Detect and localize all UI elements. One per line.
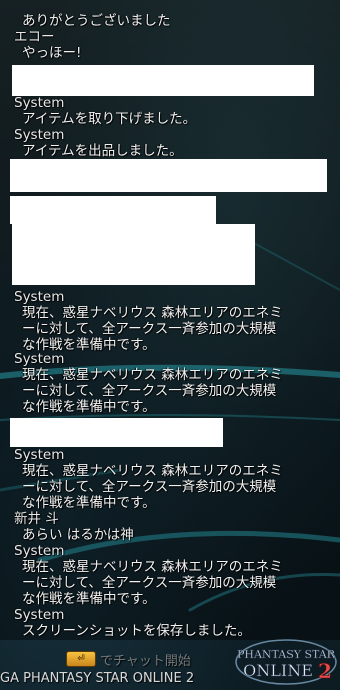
chat-message: ーに対して、全アークス一斉参加の大規模: [22, 383, 277, 399]
copyright-text: GA PHANTASY STAR ONLINE 2: [0, 671, 195, 686]
chat-message: な作戦を準備中です。: [22, 591, 156, 607]
chat-message: アイテムを出品しました。: [22, 143, 183, 159]
chat-message: ありがとうございました: [22, 13, 171, 29]
chat-sender: 新井 斗: [14, 511, 59, 527]
chat-sender: System: [14, 95, 65, 111]
redaction-block: [10, 196, 216, 224]
chat-sender: System: [14, 127, 65, 143]
chat-message: ーに対して、全アークス一斉参加の大規模: [22, 575, 277, 591]
redaction-block: [10, 418, 223, 447]
redaction-block: [12, 65, 314, 96]
logo-line2: ONLINE: [243, 661, 313, 680]
chat-message: ーに対して、全アークス一斉参加の大規模: [22, 321, 277, 337]
chat-sender: エコー: [14, 29, 55, 45]
chat-message: ーに対して、全アークス一斉参加の大規模: [22, 479, 277, 495]
chat-message: 現在、惑星ナベリウス 森林エリアのエネミ: [22, 305, 283, 321]
redaction-block: [10, 159, 327, 192]
chat-sender: System: [14, 447, 65, 463]
redaction-block: [12, 224, 255, 285]
chat-message: 現在、惑星ナベリウス 森林エリアのエネミ: [22, 559, 283, 575]
chat-sender: System: [14, 289, 65, 305]
chat-sender: System: [14, 607, 65, 623]
chat-message: 現在、惑星ナベリウス 森林エリアのエネミ: [22, 463, 283, 479]
chat-start-hint[interactable]: ⏎ でチャット開始: [66, 650, 191, 669]
pso2-logo: PHANTASY STAR ONLINE 2: [235, 639, 337, 685]
chat-sender: System: [14, 543, 65, 559]
enter-key-icon: ⏎: [66, 651, 96, 667]
chat-message: 現在、惑星ナベリウス 森林エリアのエネミ: [22, 367, 283, 383]
chat-panel[interactable]: ありがとうございました エコー やっほー! System アイテムを取り下げまし…: [0, 0, 340, 640]
chat-message: な作戦を準備中です。: [22, 495, 156, 511]
chat-sender: System: [14, 351, 65, 367]
chat-message: な作戦を準備中です。: [22, 399, 156, 415]
logo-number: 2: [318, 659, 332, 683]
chat-message: スクリーンショットを保存しました。: [22, 623, 251, 639]
chat-start-label: でチャット開始: [100, 653, 191, 669]
chat-message: やっほー!: [22, 45, 82, 61]
chat-message: アイテムを取り下げました。: [22, 111, 197, 127]
chat-message: あらい はるかは神: [22, 527, 134, 543]
